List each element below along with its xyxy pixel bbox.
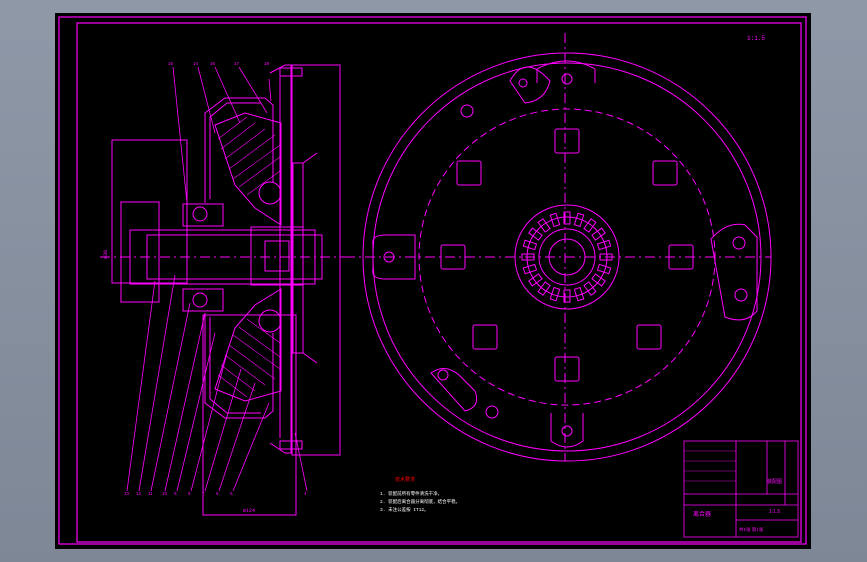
- spring-window: [636, 324, 662, 350]
- leader-label: 8: [188, 491, 191, 496]
- leader-label: 7: [202, 491, 205, 496]
- spline-tooth: [522, 263, 538, 275]
- tech-note-2: 2. 装配后离合器分离彻底，结合平稳。: [380, 498, 460, 505]
- spline-tooth: [596, 239, 612, 251]
- spline-tooth: [591, 273, 606, 287]
- dimension-bottom: ø124: [243, 508, 255, 514]
- leader-label: 12: [136, 491, 142, 496]
- title-block-sheet: 共1张 第1张: [739, 526, 764, 533]
- leader-label: 16: [210, 61, 216, 66]
- spline-tooth: [528, 273, 543, 287]
- title-block-subtitle: 装配图: [767, 478, 782, 485]
- spline-tooth: [591, 227, 606, 241]
- spring-window: [554, 356, 580, 382]
- cad-viewport[interactable]: 1:1.5 ø124 ø30 13 12 11 10 9 8 7 6 5 4 15 14 16 17 18 …: [55, 13, 811, 549]
- leader-label: 6: [216, 491, 219, 496]
- tech-note-1: 1. 装配前所有零件清洗干净。: [380, 490, 442, 497]
- title-block-title: 离合器: [693, 510, 711, 518]
- spline-tooth: [583, 218, 597, 233]
- leader-label: 14: [193, 61, 199, 66]
- spline-tooth: [549, 286, 561, 302]
- tech-notes-heading: 技术要求: [395, 476, 415, 483]
- tech-note-3: 3. 未注公差按 IT12。: [380, 506, 429, 513]
- spring-window: [456, 160, 482, 186]
- front-view: [345, 33, 772, 462]
- cad-drawing-canvas: 1:1.5 ø124 ø30 13 12 11 10 9 8 7 6 5 415 14 16 17 18 …: [58, 16, 807, 545]
- dimension-left: ø30: [103, 250, 109, 259]
- scale-mark: 1:1.5: [747, 35, 765, 42]
- leader-label: 15: [168, 61, 174, 66]
- spline-tooth: [522, 239, 538, 251]
- spline-tooth: [537, 218, 551, 233]
- spring-window: [472, 324, 498, 350]
- spline-tooth: [528, 227, 543, 241]
- technical-notes: 技术要求 1. 装配前所有零件清洗干净。 2. 装配后离合器分离彻底，结合平稳。…: [380, 476, 460, 513]
- spline-tooth: [573, 286, 585, 302]
- title-block: [683, 440, 799, 538]
- spline-tooth: [596, 263, 612, 275]
- spline-tooth: [537, 281, 551, 296]
- spline-tooth: [573, 212, 585, 228]
- leader-label: 9: [174, 491, 177, 496]
- leader-label: 5: [230, 491, 233, 496]
- leader-label: 11: [148, 491, 153, 496]
- spring-window: [554, 128, 580, 154]
- spring-window: [652, 160, 678, 186]
- leader-label: 13: [124, 491, 130, 496]
- leader-label: 4: [304, 491, 307, 496]
- title-block-scale: 1:1.5: [769, 509, 780, 515]
- spline-tooth: [583, 281, 597, 296]
- spline-tooth: [549, 212, 561, 228]
- leader-label: 18: [264, 61, 270, 66]
- leader-label: 17: [234, 61, 240, 66]
- leader-label: 10: [162, 491, 168, 496]
- section-view: [100, 64, 345, 516]
